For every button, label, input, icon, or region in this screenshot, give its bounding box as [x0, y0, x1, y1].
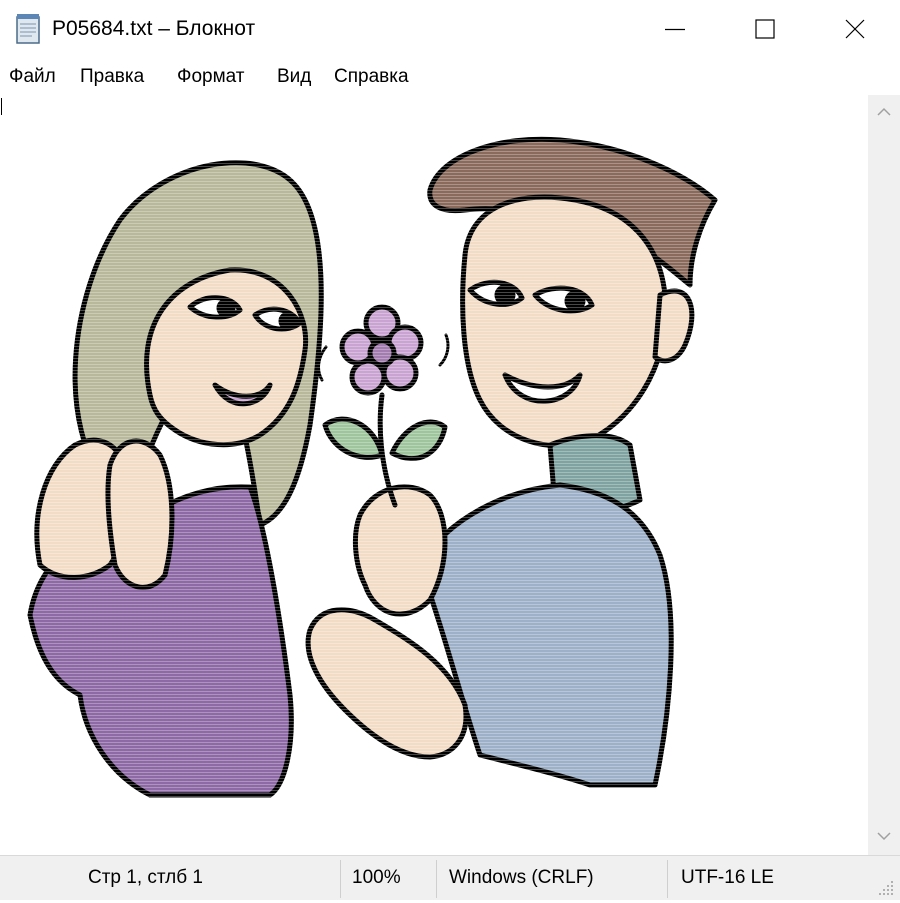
scroll-up-button[interactable]: [868, 95, 900, 131]
resize-grip-icon[interactable]: [876, 878, 896, 898]
man-hand-flower: [353, 484, 448, 617]
scroll-down-button[interactable]: [868, 819, 900, 855]
notepad-icon: [14, 13, 44, 45]
menu-format[interactable]: Формат: [177, 65, 245, 89]
status-encoding: UTF-16 LE: [681, 867, 774, 888]
flower-leaf-left: [322, 416, 385, 460]
text-editor-area[interactable]: [0, 95, 868, 855]
menu-help[interactable]: Справка: [334, 65, 409, 89]
minimize-icon: [665, 28, 685, 31]
menu-file[interactable]: Файл: [9, 65, 56, 89]
status-line-endings: Windows (CRLF): [449, 867, 594, 888]
status-separator: [340, 860, 341, 898]
maximize-icon: [755, 19, 775, 39]
close-button[interactable]: [810, 0, 900, 58]
flower-head: [339, 304, 424, 396]
close-icon: [845, 19, 865, 39]
ascii-art-picture: [27, 136, 718, 798]
flower-leaf-right: [389, 419, 448, 461]
status-zoom-level: 100%: [352, 867, 401, 888]
maximize-button[interactable]: [720, 0, 810, 58]
status-separator: [436, 860, 437, 898]
text-caret: [1, 98, 2, 115]
status-bar: Стр 1, стлб 1 100% Windows (CRLF) UTF-16…: [0, 855, 900, 900]
title-bar[interactable]: P05684.txt – Блокнот: [0, 0, 900, 58]
status-cursor-position: Стр 1, стлб 1: [88, 867, 203, 888]
chevron-down-icon: [877, 832, 891, 841]
woman-hand-right: [105, 438, 175, 590]
status-separator: [667, 860, 668, 898]
vertical-scrollbar[interactable]: [868, 95, 900, 855]
woman-face: [144, 267, 309, 448]
minimize-button[interactable]: [630, 0, 720, 58]
window-title: P05684.txt – Блокнот: [52, 17, 256, 40]
menu-view[interactable]: Вид: [277, 65, 311, 89]
chevron-up-icon: [877, 107, 891, 116]
man-face: [460, 194, 669, 449]
menu-edit[interactable]: Правка: [80, 65, 144, 89]
menu-bar: Файл Правка Формат Вид Справка: [0, 58, 900, 95]
